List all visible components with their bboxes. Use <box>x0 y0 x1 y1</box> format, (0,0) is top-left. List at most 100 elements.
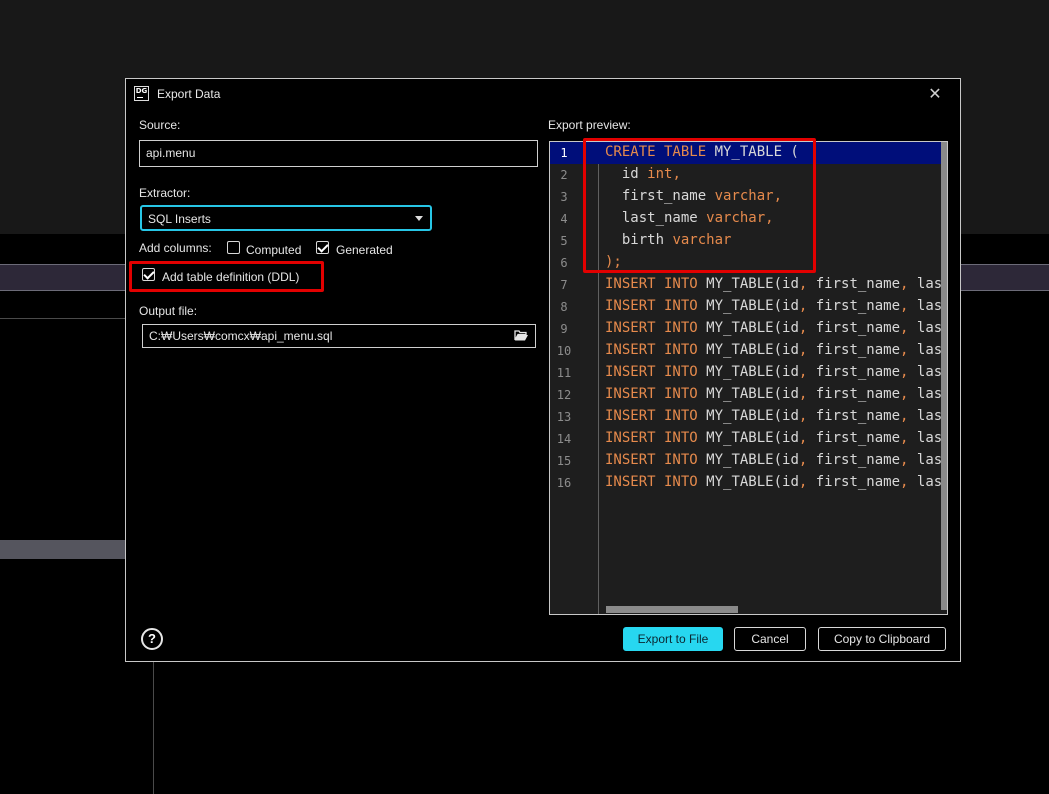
line-number: 13 <box>556 410 572 424</box>
code-token: first_name <box>815 474 901 490</box>
code-text: INSERT INTO MY_TABLE(id, first_name, las… <box>605 408 947 424</box>
code-keyword-token: , <box>798 474 816 490</box>
line-number: 2 <box>560 168 568 182</box>
dialog-titlebar[interactable]: DG Export Data ✕ <box>126 79 960 111</box>
code-token: MY_TABLE(id <box>706 452 799 468</box>
code-token: first_name <box>815 452 901 468</box>
code-line: 15 INSERT INTO MY_TABLE(id, first_name, l… <box>550 450 947 472</box>
output-file-field[interactable]: C:₩Users₩comcx₩api_menu.sql <box>142 324 536 348</box>
line-number: 15 <box>556 454 572 468</box>
help-button[interactable]: ? <box>141 628 163 650</box>
code-token: MY_TABLE(id <box>706 430 799 446</box>
code-line: 8 INSERT INTO MY_TABLE(id, first_name, la… <box>550 296 947 318</box>
line-number: 12 <box>556 388 572 402</box>
code-token: MY_TABLE(id <box>706 408 799 424</box>
export-data-dialog: DG Export Data ✕ Source: api.menu Extrac… <box>125 78 961 662</box>
code-token: first_name <box>815 430 901 446</box>
code-text: INSERT INTO MY_TABLE(id, first_name, las… <box>605 276 947 292</box>
background-divider <box>0 318 126 319</box>
ddl-highlight-annotation <box>129 261 324 292</box>
horizontal-scrollbar[interactable] <box>606 606 738 613</box>
background-selected-row <box>0 540 126 559</box>
code-line: 16 INSERT INTO MY_TABLE(id, first_name, l… <box>550 472 947 494</box>
line-number: 7 <box>560 278 568 292</box>
code-keyword-token: , <box>798 430 816 446</box>
code-token: MY_TABLE(id <box>706 386 799 402</box>
cancel-button[interactable]: Cancel <box>734 627 806 651</box>
code-line: 10 INSERT INTO MY_TABLE(id, first_name, l… <box>550 340 947 362</box>
line-number: 1 <box>560 146 568 160</box>
code-text: INSERT INTO MY_TABLE(id, first_name, las… <box>605 386 947 402</box>
datagrip-app-icon: DG <box>134 86 149 101</box>
computed-label[interactable]: Computed <box>246 243 301 257</box>
code-keyword-token: , <box>900 276 917 292</box>
code-line: 13 INSERT INTO MY_TABLE(id, first_name, l… <box>550 406 947 428</box>
extractor-select[interactable]: SQL Inserts <box>140 205 432 231</box>
line-number: 9 <box>560 322 568 336</box>
code-keyword-token: , <box>798 276 816 292</box>
line-number: 16 <box>556 476 572 490</box>
code-text: INSERT INTO MY_TABLE(id, first_name, las… <box>605 320 947 336</box>
code-keyword-token: , <box>798 320 816 336</box>
code-keyword-token: , <box>900 364 917 380</box>
code-keyword-token: , <box>798 298 816 314</box>
close-icon[interactable]: ✕ <box>926 85 944 103</box>
code-token: first_name <box>815 320 901 336</box>
line-number: 14 <box>556 432 572 446</box>
code-token: first_name <box>815 342 901 358</box>
code-keyword-token: INSERT INTO <box>605 408 707 424</box>
line-number: 3 <box>560 190 568 204</box>
code-line: 9 INSERT INTO MY_TABLE(id, first_name, la… <box>550 318 947 340</box>
code-token: MY_TABLE(id <box>706 342 799 358</box>
extractor-selected-value: SQL Inserts <box>148 212 211 226</box>
code-keyword-token: INSERT INTO <box>605 342 707 358</box>
code-keyword-token: INSERT INTO <box>605 364 707 380</box>
create-table-highlight-annotation <box>583 138 816 273</box>
computed-checkbox[interactable] <box>227 241 240 254</box>
folder-open-icon[interactable] <box>514 329 529 342</box>
line-number: 6 <box>560 256 568 270</box>
export-preview-label: Export preview: <box>548 118 631 132</box>
code-text: INSERT INTO MY_TABLE(id, first_name, las… <box>605 474 947 490</box>
code-line: 7 INSERT INTO MY_TABLE(id, first_name, la… <box>550 274 947 296</box>
output-file-label: Output file: <box>139 304 198 318</box>
generated-label[interactable]: Generated <box>336 243 393 257</box>
code-keyword-token: INSERT INTO <box>605 298 707 314</box>
background-divider-vertical <box>153 662 154 794</box>
code-keyword-token: , <box>900 408 917 424</box>
vertical-scrollbar[interactable] <box>941 142 947 610</box>
code-token: first_name <box>815 408 901 424</box>
add-columns-label: Add columns: <box>139 241 212 255</box>
code-keyword-token: , <box>798 342 816 358</box>
code-keyword-token: , <box>900 474 917 490</box>
code-keyword-token: , <box>900 342 917 358</box>
code-token: MY_TABLE(id <box>706 364 799 380</box>
code-text: INSERT INTO MY_TABLE(id, first_name, las… <box>605 298 947 314</box>
chevron-down-icon <box>415 216 423 221</box>
code-token: first_name <box>815 364 901 380</box>
line-number: 11 <box>556 366 572 380</box>
code-keyword-token: , <box>798 452 816 468</box>
code-keyword-token: , <box>798 386 816 402</box>
code-token: first_name <box>815 298 901 314</box>
export-to-file-button[interactable]: Export to File <box>623 627 723 651</box>
output-file-path: C:₩Users₩comcx₩api_menu.sql <box>149 329 333 343</box>
extractor-label: Extractor: <box>139 186 191 200</box>
source-field[interactable]: api.menu <box>139 140 538 167</box>
code-keyword-token: , <box>900 298 917 314</box>
source-label: Source: <box>139 118 181 132</box>
code-keyword-token: , <box>900 320 917 336</box>
code-keyword-token: , <box>900 452 917 468</box>
code-text: INSERT INTO MY_TABLE(id, first_name, las… <box>605 342 947 358</box>
code-keyword-token: INSERT INTO <box>605 430 707 446</box>
copy-to-clipboard-button[interactable]: Copy to Clipboard <box>818 627 946 651</box>
code-text: INSERT INTO MY_TABLE(id, first_name, las… <box>605 452 947 468</box>
code-token: MY_TABLE(id <box>706 276 799 292</box>
code-line: 12 INSERT INTO MY_TABLE(id, first_name, l… <box>550 384 947 406</box>
code-token: MY_TABLE(id <box>706 320 799 336</box>
code-keyword-token: INSERT INTO <box>605 452 707 468</box>
line-number: 10 <box>556 344 572 358</box>
generated-checkbox[interactable] <box>316 241 329 254</box>
code-keyword-token: , <box>900 430 917 446</box>
code-line: 11 INSERT INTO MY_TABLE(id, first_name, l… <box>550 362 947 384</box>
